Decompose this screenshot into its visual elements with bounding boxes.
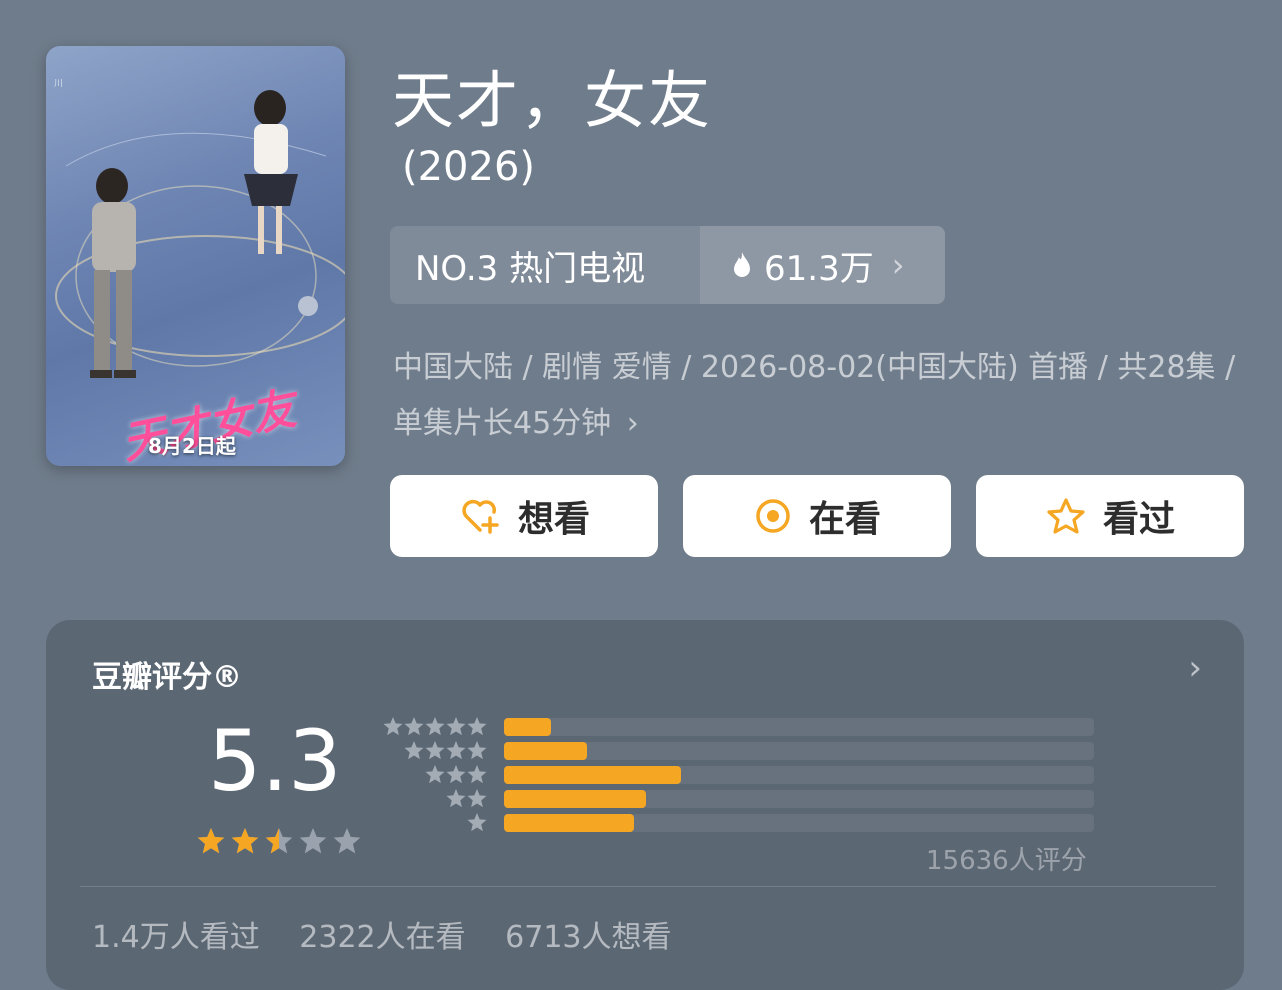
bar-fill-1 (504, 814, 634, 832)
stars-2-icon (446, 789, 487, 808)
bar-track (504, 766, 1094, 784)
bar-row-2 (382, 788, 1142, 810)
svg-text:川: 川 (54, 79, 63, 89)
bar-row-1 (382, 812, 1142, 834)
rank-label[interactable]: NO.3 热门电视 (390, 226, 700, 304)
star-icon (404, 717, 424, 736)
bar-track (504, 814, 1094, 832)
show-title: 天才，女友 (392, 64, 713, 137)
star-icon (425, 717, 445, 736)
rating-title: 豆瓣评分® (92, 660, 242, 695)
bar-fill-4 (504, 742, 587, 760)
ranking-pill[interactable]: NO.3 热门电视 61.3万 › (390, 226, 945, 304)
star-icon (425, 741, 445, 760)
star-icon (467, 789, 487, 808)
poster-caption: 8月2日起 (148, 434, 236, 458)
score-stars (194, 824, 404, 862)
heat-count[interactable]: 61.3万 › (700, 226, 945, 304)
vote-count: 15636人评分 (926, 846, 1087, 876)
bar-row-5 (382, 716, 1142, 738)
star-icon (467, 717, 487, 736)
star-icon (446, 789, 466, 808)
star-icon (446, 765, 466, 784)
show-meta[interactable]: 中国大陆 / 剧情 爱情 / 2026-08-02(中国大陆) 首播 / 共28… (393, 340, 1243, 452)
star-icon (467, 765, 487, 784)
star-icon (1047, 498, 1085, 534)
target-icon (756, 499, 790, 533)
star-icon (446, 717, 466, 736)
star-rating-icon (197, 828, 361, 854)
bar-fill-3 (504, 766, 681, 784)
star-empty-icon (333, 828, 361, 854)
bar-row-4 (382, 740, 1142, 762)
want-count[interactable]: 6713人想看 (505, 920, 671, 955)
rating-score: 5.3 (208, 712, 342, 810)
divider (80, 886, 1216, 887)
heart-plus-icon (462, 499, 499, 534)
star-filled-icon (231, 828, 259, 854)
bar-track (504, 718, 1094, 736)
watched-label: 看过 (1102, 499, 1175, 540)
fire-icon (734, 252, 750, 277)
rating-card[interactable]: 豆瓣评分® › 5.3 15636人评分 1.4万人看过 2322人在看 671… (46, 620, 1244, 990)
meta-text: 中国大陆 / 剧情 爱情 / 2026-08-02(中国大陆) 首播 / 共28… (393, 350, 1236, 441)
star-filled-icon (197, 828, 225, 854)
watching-button[interactable]: 在看 (683, 475, 951, 557)
stars-5-icon (383, 717, 487, 736)
watched-count[interactable]: 1.4万人看过 (92, 920, 260, 955)
watching-count[interactable]: 2322人在看 (299, 920, 465, 955)
bar-fill-5 (504, 718, 552, 736)
star-icon (446, 741, 466, 760)
chevron-right-icon: › (891, 246, 905, 284)
stars-3-icon (425, 765, 487, 784)
star-icon (467, 741, 487, 760)
star-icon (467, 813, 487, 832)
heat-value: 61.3万 (764, 248, 874, 289)
want-to-watch-button[interactable]: 想看 (390, 475, 658, 557)
chevron-right-icon: › (626, 406, 639, 441)
bar-track (504, 790, 1094, 808)
show-year: (2026) (402, 144, 536, 190)
star-empty-icon (299, 828, 327, 854)
want-label: 想看 (517, 499, 590, 540)
chevron-right-icon[interactable]: › (1188, 648, 1202, 688)
stars-1-icon (467, 813, 487, 832)
watching-label: 在看 (808, 499, 881, 540)
watched-button[interactable]: 看过 (976, 475, 1244, 557)
bar-fill-2 (504, 790, 646, 808)
star-icon (425, 765, 445, 784)
stars-4-icon (404, 741, 487, 760)
viewer-stats: 1.4万人看过 2322人在看 6713人想看 (92, 912, 702, 956)
star-icon (404, 741, 424, 760)
bar-row-3 (382, 764, 1142, 786)
star-icon (383, 717, 403, 736)
poster-image[interactable]: 川 天才女友 8月2日起 (46, 46, 345, 466)
bar-track (504, 742, 1094, 760)
